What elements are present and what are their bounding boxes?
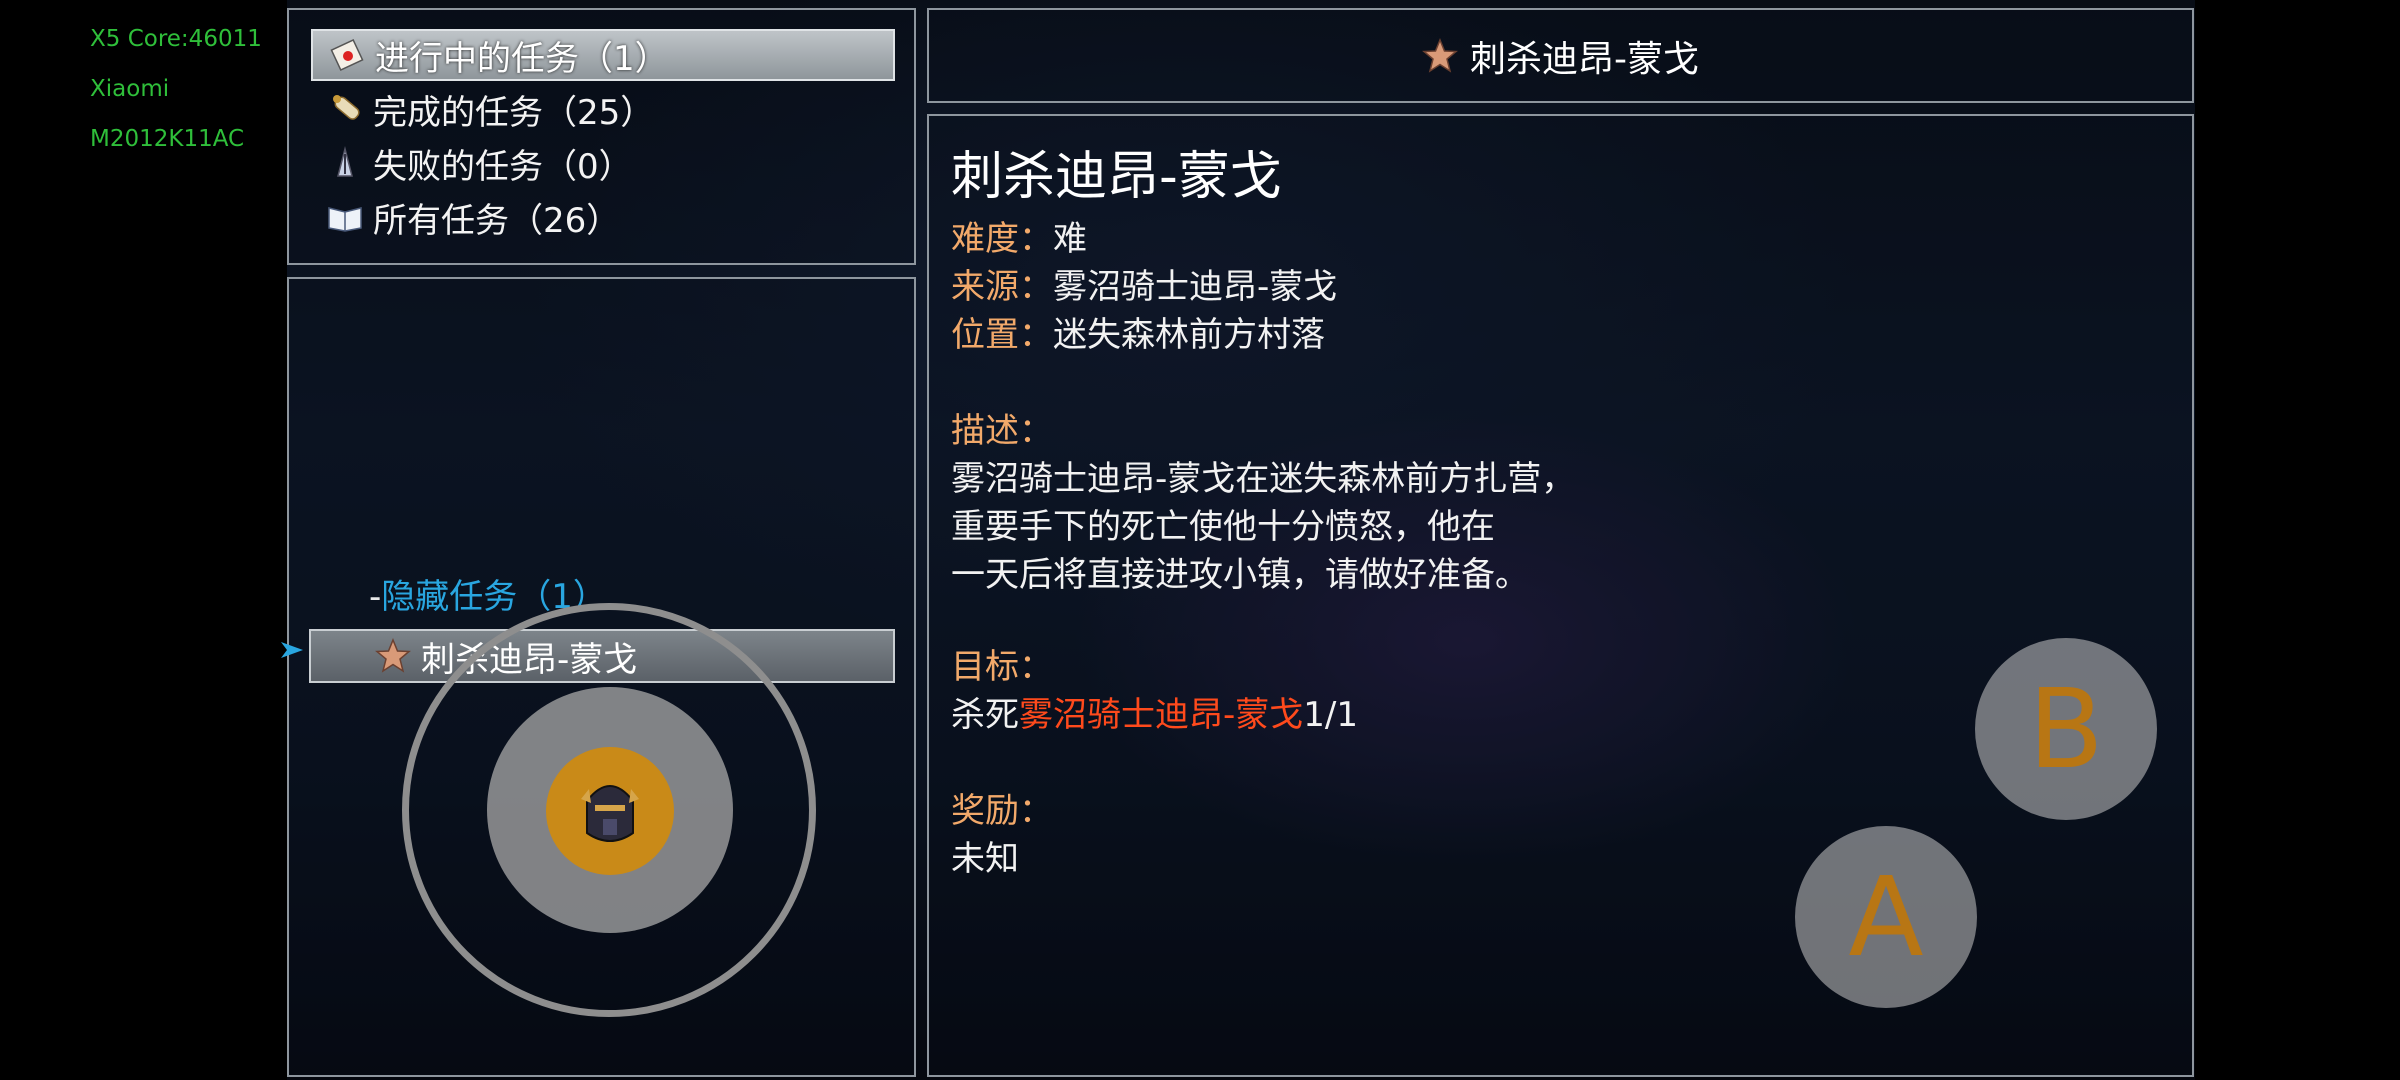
a-button[interactable]: A <box>1795 826 1977 1008</box>
description-line: 一天后将直接进攻小镇，请做好准备。 <box>951 555 1529 595</box>
difficulty-line: 难度：难 <box>951 219 1087 259</box>
description-line: 重要手下的死亡使他十分愤怒，他在 <box>951 507 1495 547</box>
star-icon <box>1422 37 1458 74</box>
quest-detail-panel: 刺杀迪昂-蒙戈 难度：难 来源：雾沼骑士迪昂-蒙戈 位置：迷失森林前方村落 描述… <box>927 114 2194 1077</box>
star-icon <box>375 638 411 674</box>
reward-label: 奖励： <box>951 791 1053 831</box>
quest-title: 刺杀迪昂-蒙戈 <box>951 147 1282 207</box>
rolled-scroll-icon <box>327 91 363 127</box>
filter-all[interactable]: 所有任务（26） <box>311 191 895 243</box>
open-book-icon <box>327 199 363 235</box>
quest-header-panel: 刺杀迪昂-蒙戈 <box>927 8 2194 103</box>
b-button[interactable]: B <box>1975 638 2157 820</box>
scroll-letter-icon <box>329 37 365 73</box>
filter-in-progress[interactable]: 进行中的任务（1） <box>311 29 895 81</box>
debug-device-model: M2012K11AC <box>90 126 245 152</box>
description-line: 雾沼骑士迪昂-蒙戈在迷失森林前方扎营， <box>951 459 1576 499</box>
debug-core-version: X5 Core:46011 <box>90 26 262 52</box>
goal-label: 目标： <box>951 647 1053 687</box>
source-line: 来源：雾沼骑士迪昂-蒙戈 <box>951 267 1338 307</box>
debug-device-brand: Xiaomi <box>90 76 170 102</box>
goal-line: 杀死雾沼骑士迪昂-蒙戈1/1 <box>951 695 1358 735</box>
broken-sword-icon <box>327 145 363 181</box>
selection-arrow-icon <box>281 642 303 662</box>
description-label: 描述： <box>951 411 1053 451</box>
joystick-knob[interactable] <box>546 747 674 875</box>
location-line: 位置：迷失森林前方村落 <box>951 315 1325 355</box>
quest-filter-panel: 进行中的任务（1） 完成的任务（25） 失败的任务（0） 所有任务（26） <box>287 8 916 265</box>
knight-helmet-icon <box>575 771 645 851</box>
header-title: 刺杀迪昂-蒙戈 <box>929 10 2192 101</box>
filter-completed[interactable]: 完成的任务（25） <box>311 83 895 135</box>
reward-value: 未知 <box>951 839 1019 879</box>
filter-failed[interactable]: 失败的任务（0） <box>311 137 895 189</box>
